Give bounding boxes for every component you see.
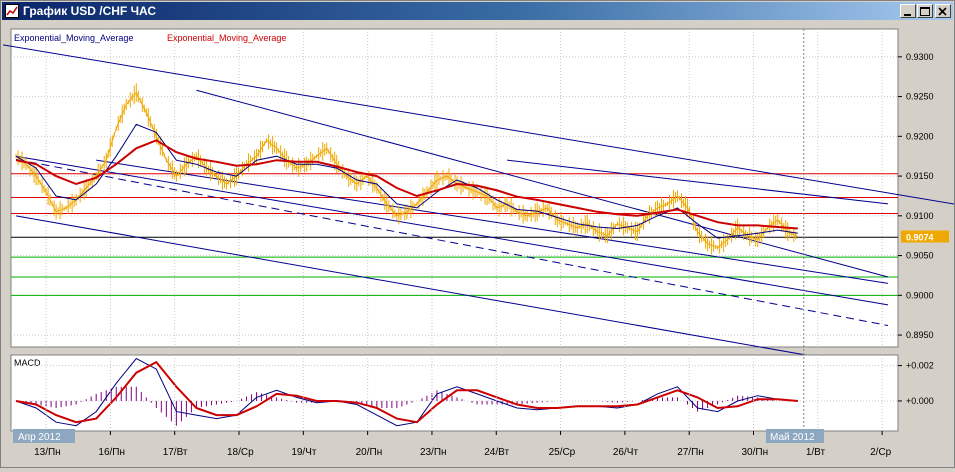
macd-tick-label: +0.000 [906, 396, 934, 406]
window-title: График USD /CHF ЧАС [23, 4, 157, 18]
time-tick-label: 20/Пн [356, 447, 383, 458]
time-tick-label: 16/Пн [98, 447, 125, 458]
maximize-icon [920, 7, 930, 16]
time-tick-label: 19/Чт [291, 447, 317, 458]
price-tick-label: 0.9100 [906, 211, 934, 221]
price-tick-label: 0.9150 [906, 171, 934, 181]
price-tick-label: 0.9250 [906, 92, 934, 102]
time-tick-label: 13/Пн [34, 447, 61, 458]
close-button[interactable] [935, 4, 951, 18]
price-tick-label: 0.9050 [906, 251, 934, 261]
chart-app-icon [5, 4, 19, 18]
minimize-button[interactable] [900, 4, 916, 18]
time-tick-label: 26/Чт [613, 447, 639, 458]
time-tick-label: 25/Ср [549, 447, 576, 458]
time-tick-label: 23/Пн [420, 447, 447, 458]
maximize-button[interactable] [917, 4, 933, 18]
price-tick-label: 0.9300 [906, 52, 934, 62]
price-panel[interactable] [10, 28, 899, 348]
macd-label: MACD [14, 358, 41, 368]
time-tick-label: 30/Пн [742, 447, 769, 458]
time-tick-label: 2/Ср [870, 447, 892, 458]
legend-ema-1: Exponential_Moving_Average [14, 33, 133, 43]
period-end-label: Май 2012 [770, 432, 815, 443]
macd-tick-label: +0.002 [906, 361, 934, 371]
price-tick-label: 0.9000 [906, 290, 934, 300]
macd-y-axis: +0.002 +0.000 [898, 361, 934, 406]
close-icon [938, 7, 947, 16]
time-tick-label: 1/Вт [806, 447, 826, 458]
time-tick-label: 27/Пн [677, 447, 704, 458]
legend-ema-2: Exponential_Moving_Average [167, 33, 286, 43]
minimize-icon [904, 14, 911, 16]
time-tick-label: 17/Вт [163, 447, 188, 458]
price-tick-label: 0.9200 [906, 131, 934, 141]
time-tick-label: 24/Вт [484, 447, 509, 458]
title-bar[interactable]: График USD /CHF ЧАС [2, 2, 953, 20]
chart-window: График USD /CHF ЧАС 0.9300 0.9250 0.9200 0.… [0, 0, 955, 468]
chart-area[interactable]: 0.9300 0.9250 0.9200 0.9150 0.9100 0.9050 0.90… [0, 21, 955, 467]
last-price-label: 0.9074 [906, 232, 934, 242]
period-start-label: Апр 2012 [18, 432, 61, 443]
price-tick-label: 0.8950 [906, 330, 934, 340]
chart-svg[interactable]: 0.9300 0.9250 0.9200 0.9150 0.9100 0.9050 0.90… [0, 21, 955, 467]
time-tick-label: 18/Ср [227, 447, 254, 458]
